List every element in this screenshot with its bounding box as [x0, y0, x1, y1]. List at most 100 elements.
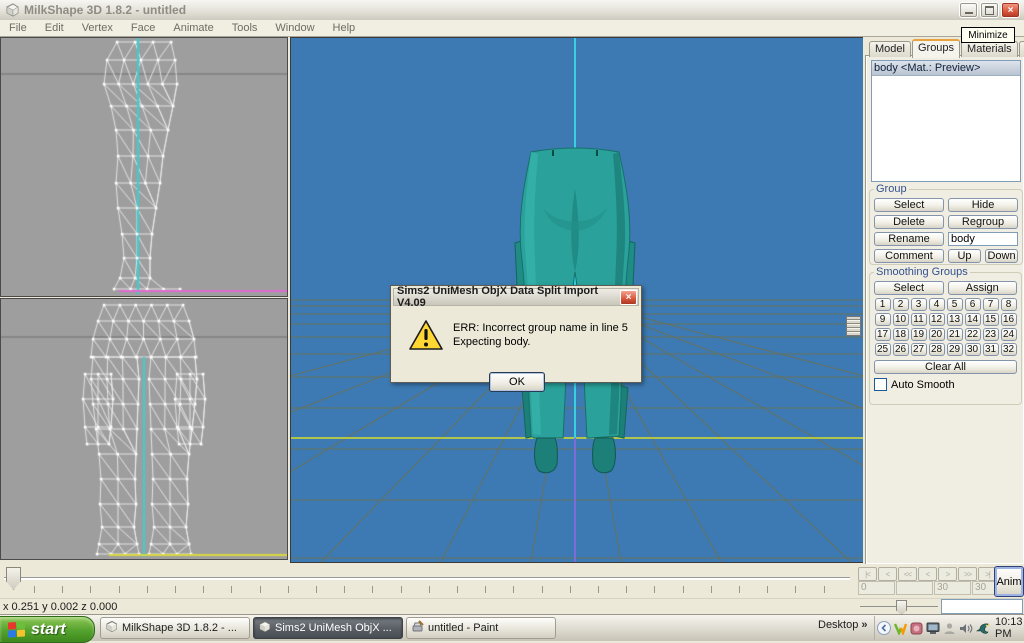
menu-item-edit[interactable]: Edit [36, 21, 73, 35]
smoothing-group-button-5[interactable]: 5 [947, 298, 963, 311]
smoothing-group-button-15[interactable]: 15 [983, 313, 999, 326]
smoothing-group-button-11[interactable]: 11 [911, 313, 927, 326]
volume-icon[interactable] [959, 621, 973, 635]
display-icon[interactable] [926, 621, 940, 635]
smoothing-group-button-22[interactable]: 22 [965, 328, 981, 341]
smoothing-group-button-27[interactable]: 27 [911, 343, 927, 356]
groups-list-item[interactable]: body <Mat.: Preview> [872, 61, 1020, 76]
smoothing-assign-button[interactable]: Assign [948, 281, 1018, 295]
smoothing-group-button-1[interactable]: 1 [875, 298, 891, 311]
milkshape-cube-icon [105, 620, 118, 636]
app-pink-icon[interactable] [910, 621, 923, 635]
viewport-side-wireframe[interactable] [0, 37, 288, 297]
smoothing-group-button-3[interactable]: 3 [911, 298, 927, 311]
select-button[interactable]: Select [874, 198, 944, 212]
smoothing-group-button-26[interactable]: 26 [893, 343, 909, 356]
tab-materials[interactable]: Materials [961, 41, 1018, 57]
transport-button-4[interactable]: > [938, 567, 957, 581]
smoothing-group-button-20[interactable]: 20 [929, 328, 945, 341]
transport-button-3[interactable]: < [918, 567, 937, 581]
start-button[interactable]: start [0, 616, 95, 643]
smoothing-group-button-6[interactable]: 6 [965, 298, 981, 311]
frame-field-1[interactable] [896, 581, 933, 595]
menu-item-vertex[interactable]: Vertex [73, 21, 122, 35]
smoothing-group-button-4[interactable]: 4 [929, 298, 945, 311]
smoothing-group-button-10[interactable]: 10 [893, 313, 909, 326]
auto-smooth-checkbox[interactable] [874, 378, 887, 391]
smoothing-group-button-13[interactable]: 13 [947, 313, 963, 326]
smoothing-group-button-25[interactable]: 25 [875, 343, 891, 356]
smoothing-group-button-32[interactable]: 32 [1001, 343, 1017, 356]
regroup-button[interactable]: Regroup [948, 215, 1018, 229]
frame-field-0[interactable]: 0 [858, 581, 895, 595]
smoothing-group-button-2[interactable]: 2 [893, 298, 909, 311]
status-input-box[interactable] [941, 599, 1023, 614]
comment-button[interactable]: Comment [874, 249, 944, 263]
wireframe-front-view [1, 299, 287, 559]
menu-item-tools[interactable]: Tools [223, 21, 267, 35]
smoothing-group-button-17[interactable]: 17 [875, 328, 891, 341]
taskbar-task-1[interactable]: Sims2 UniMesh ObjX ... [253, 617, 403, 639]
taskbar-task-0[interactable]: MilkShape 3D 1.8.2 - ... [100, 617, 250, 639]
menu-item-window[interactable]: Window [266, 21, 323, 35]
panel-minimize-button[interactable]: Minimize [961, 27, 1015, 43]
taskbar-task-2[interactable]: untitled - Paint [406, 617, 556, 639]
desktop-toolbar-label[interactable]: Desktop [818, 619, 858, 631]
milkshape-cube-icon [258, 620, 271, 636]
smoothing-group-button-14[interactable]: 14 [965, 313, 981, 326]
hide-button[interactable]: Hide [948, 198, 1018, 212]
dialog-title-bar[interactable]: Sims2 UniMesh ObjX Data Split Import V4.… [393, 288, 639, 306]
dialog-close-button[interactable]: × [620, 290, 637, 305]
menu-item-face[interactable]: Face [122, 21, 164, 35]
transport-button-5[interactable]: >> [958, 567, 977, 581]
timeline-track[interactable] [4, 577, 850, 580]
group-name-input[interactable] [948, 232, 1018, 246]
groups-list[interactable]: body <Mat.: Preview> [871, 60, 1021, 182]
minimize-button[interactable] [959, 2, 978, 18]
collapse-chevron-icon[interactable] [877, 621, 891, 635]
smoothing-group-button-7[interactable]: 7 [983, 298, 999, 311]
smoothing-group-button-23[interactable]: 23 [983, 328, 999, 341]
tab-groups[interactable]: Groups [912, 39, 960, 58]
timeline-handle[interactable] [6, 567, 21, 590]
close-button[interactable]: × [1001, 2, 1020, 18]
user-icon[interactable] [943, 621, 956, 635]
menu-item-help[interactable]: Help [324, 21, 365, 35]
smoothing-group-button-21[interactable]: 21 [947, 328, 963, 341]
viewport-front-wireframe[interactable] [0, 298, 288, 560]
ok-button[interactable]: OK [489, 372, 545, 392]
smoothing-group-button-30[interactable]: 30 [965, 343, 981, 356]
menu-item-file[interactable]: File [0, 21, 36, 35]
messenger-icon[interactable] [894, 621, 907, 635]
smoothing-select-button[interactable]: Select [874, 281, 944, 295]
down-button[interactable]: Down [985, 249, 1018, 263]
delete-button[interactable]: Delete [874, 215, 944, 229]
transport-button-0[interactable]: |< [858, 567, 877, 581]
smoothing-group-button-8[interactable]: 8 [1001, 298, 1017, 311]
smoothing-group-button-16[interactable]: 16 [1001, 313, 1017, 326]
smoothing-group-button-12[interactable]: 12 [929, 313, 945, 326]
tab-joints[interactable]: Joints [1019, 41, 1024, 57]
menu-item-animate[interactable]: Animate [164, 21, 222, 35]
transport-button-1[interactable]: < [878, 567, 897, 581]
restore-button[interactable] [980, 2, 999, 18]
clear-all-button[interactable]: Clear All [874, 360, 1017, 374]
splitter-grip[interactable] [846, 316, 861, 336]
frame-field-2[interactable]: 30 [934, 581, 971, 595]
smoothing-group-button-18[interactable]: 18 [893, 328, 909, 341]
bird-icon[interactable] [976, 621, 990, 635]
smoothing-group-button-31[interactable]: 31 [983, 343, 999, 356]
smoothing-group-button-28[interactable]: 28 [929, 343, 945, 356]
rename-button[interactable]: Rename [874, 232, 944, 246]
smoothing-group-button-24[interactable]: 24 [1001, 328, 1017, 341]
smoothing-group-button-29[interactable]: 29 [947, 343, 963, 356]
smoothing-group-button-19[interactable]: 19 [911, 328, 927, 341]
transport-button-2[interactable]: << [898, 567, 917, 581]
tab-model[interactable]: Model [869, 41, 911, 57]
up-button[interactable]: Up [948, 249, 981, 263]
anim-controls: |<<<<<>>>>|>| 03030 Anim [856, 564, 1024, 598]
taskbar: start MilkShape 3D 1.8.2 - ...Sims2 UniM… [0, 614, 1024, 641]
toolbar-overflow-chevron[interactable]: » [861, 619, 867, 631]
anim-toggle-button[interactable]: Anim [994, 566, 1024, 597]
smoothing-group-button-9[interactable]: 9 [875, 313, 891, 326]
